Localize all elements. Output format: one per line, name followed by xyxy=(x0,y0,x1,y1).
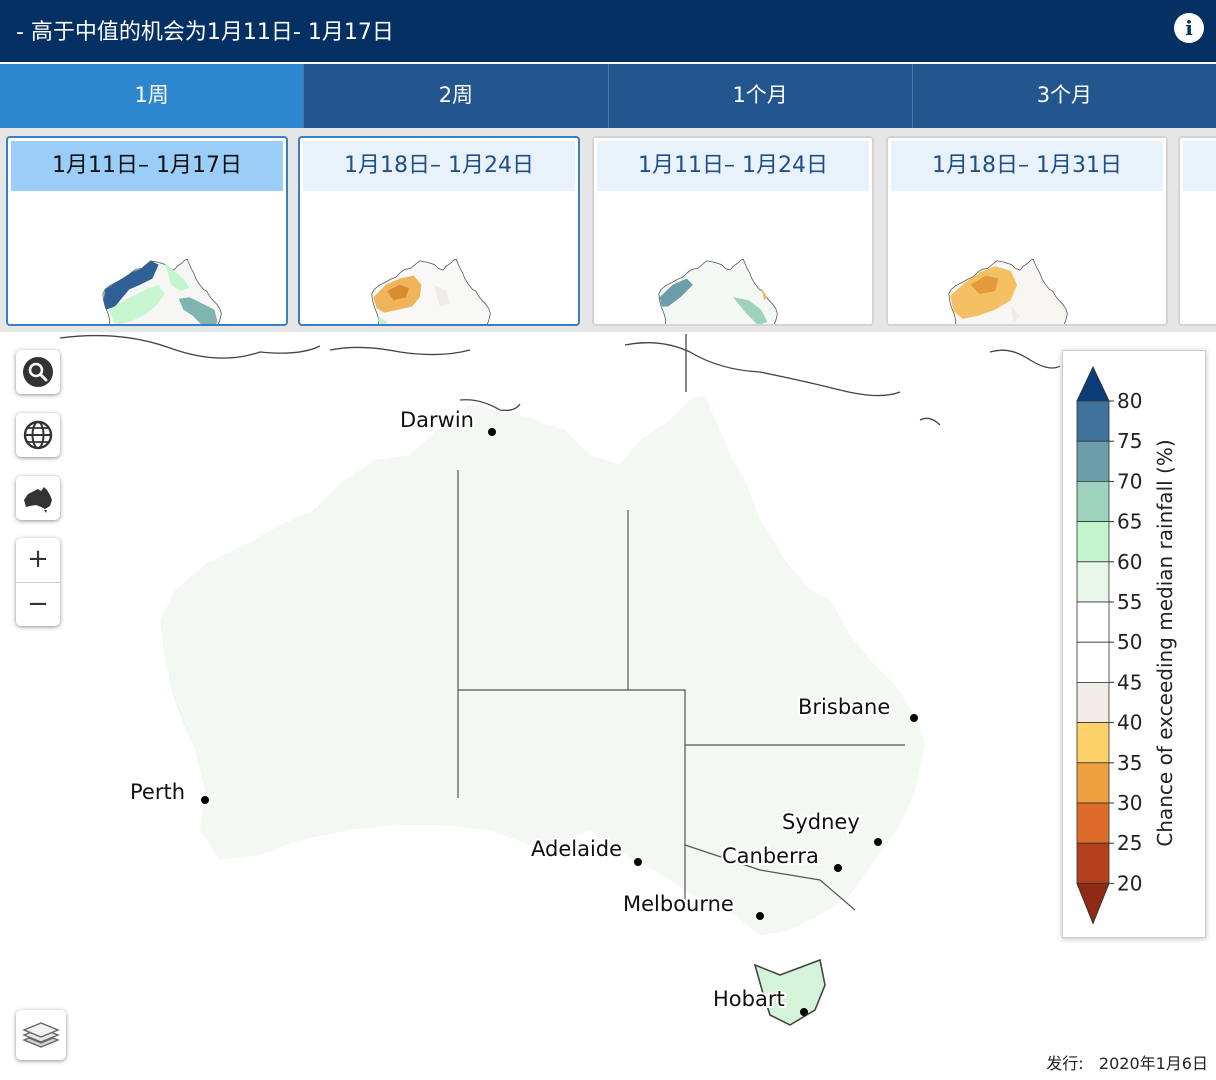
thumbnail-map xyxy=(371,258,491,324)
legend-tick-label: 75 xyxy=(1117,429,1142,453)
period-label: 1月18日– 1月31日 xyxy=(891,141,1163,191)
period-card-1[interactable]: 1月11日– 1月17日 xyxy=(6,136,288,326)
tab-2-weeks[interactable]: 2周 xyxy=(304,64,609,128)
city-label-perth: Perth xyxy=(130,780,185,804)
legend-tick-label: 30 xyxy=(1117,791,1142,815)
thumbnail-map xyxy=(948,258,1068,324)
zoom-out-button[interactable]: − xyxy=(16,583,60,627)
legend-band xyxy=(1076,601,1110,643)
tab-1-month[interactable]: 1个月 xyxy=(608,64,913,128)
tab-3-months[interactable]: 3个月 xyxy=(912,64,1216,128)
issued-date: 发行: 2020年1月6日 xyxy=(1046,1050,1208,1074)
layers-button[interactable] xyxy=(16,1010,66,1060)
period-card-5[interactable] xyxy=(1178,136,1216,326)
title-bar: - 高于中值的机会为1月11日- 1月17日 i xyxy=(0,0,1216,62)
period-card-4[interactable]: 1月18日– 1月31日 xyxy=(886,136,1168,326)
legend-arrow-bottom xyxy=(1076,882,1110,925)
main-map[interactable]: Darwin Brisbane Perth Sydney Adelaide Ca… xyxy=(0,332,1216,1080)
legend-tick-label: 65 xyxy=(1117,510,1142,534)
timescale-tabs: 1周 2周 1个月 3个月 xyxy=(0,64,1216,128)
period-card-3[interactable]: 1月11日– 1月24日 xyxy=(592,136,874,326)
legend-tick-label: 35 xyxy=(1117,751,1142,775)
period-label xyxy=(1183,141,1216,191)
legend-band xyxy=(1076,762,1110,804)
period-card-2[interactable]: 1月18日– 1月24日 xyxy=(298,136,580,326)
search-icon xyxy=(23,357,53,387)
legend-band xyxy=(1076,440,1110,482)
legend-tick-label: 40 xyxy=(1117,711,1142,735)
zoom-in-button[interactable]: + xyxy=(16,538,60,583)
city-label-adelaide: Adelaide xyxy=(531,837,622,861)
thumbnail-map xyxy=(658,258,778,324)
city-label-darwin: Darwin xyxy=(400,408,474,432)
legend-band xyxy=(1076,561,1110,603)
info-icon[interactable]: i xyxy=(1174,13,1204,43)
tab-1-week[interactable]: 1周 xyxy=(0,64,305,128)
legend-band xyxy=(1076,480,1110,522)
period-label: 1月18日– 1月24日 xyxy=(303,141,575,191)
legend-band xyxy=(1076,681,1110,723)
city-label-melbourne: Melbourne xyxy=(623,892,734,916)
city-label-brisbane: Brisbane xyxy=(798,695,890,719)
legend-tick-label: 80 xyxy=(1117,389,1142,413)
rainfall-legend: 80 75 70 65 60 55 50 45 40 35 30 25 20 Chance of exc… xyxy=(1062,350,1206,938)
search-button[interactable] xyxy=(16,350,60,394)
legend-tick-label: 20 xyxy=(1117,871,1142,895)
city-label-canberra: Canberra xyxy=(722,844,819,868)
legend-tick-label: 45 xyxy=(1117,670,1142,694)
period-strip: 1月11日– 1月17日 1月18日– 1月24日 1月11日– 1月24日 1… xyxy=(0,128,1216,332)
legend-band xyxy=(1076,842,1110,884)
map-canvas: Darwin Brisbane Perth Sydney Adelaide Ca… xyxy=(59,334,1061,1026)
period-label: 1月11日– 1月24日 xyxy=(597,141,869,191)
issued-value: 2020年1月6日 xyxy=(1098,1054,1208,1073)
legend-tick-label: 55 xyxy=(1117,590,1142,614)
australia-view-button[interactable] xyxy=(16,476,60,520)
zoom-control: + − xyxy=(16,538,60,626)
city-label-sydney: Sydney xyxy=(782,810,860,834)
legend-tick-label: 70 xyxy=(1117,469,1142,493)
legend-colorbar: 80 75 70 65 60 55 50 45 40 35 30 25 20 xyxy=(1076,365,1142,925)
legend-tick-label: 50 xyxy=(1117,630,1142,654)
legend-band xyxy=(1076,802,1110,844)
issued-label: 发行: xyxy=(1046,1054,1084,1073)
legend-title: Chance of exceeding median rainfall (%) xyxy=(1153,439,1177,847)
legend-band xyxy=(1076,641,1110,683)
layers-icon xyxy=(22,1022,60,1048)
thumbnail-map xyxy=(102,258,222,324)
globe-icon xyxy=(23,420,53,450)
legend-band xyxy=(1076,722,1110,764)
australia-icon xyxy=(24,487,52,513)
period-label: 1月11日– 1月17日 xyxy=(11,141,283,191)
globe-button[interactable] xyxy=(16,413,60,457)
neighbour-coastlines xyxy=(59,334,1061,426)
legend-tick-label: 60 xyxy=(1117,550,1142,574)
city-label-hobart: Hobart xyxy=(713,987,785,1011)
legend-arrow-top xyxy=(1076,365,1110,402)
legend-tick-label: 25 xyxy=(1117,831,1142,855)
legend-band xyxy=(1076,400,1110,442)
legend-band xyxy=(1076,521,1110,563)
page-title: - 高于中值的机会为1月11日- 1月17日 xyxy=(16,20,394,45)
